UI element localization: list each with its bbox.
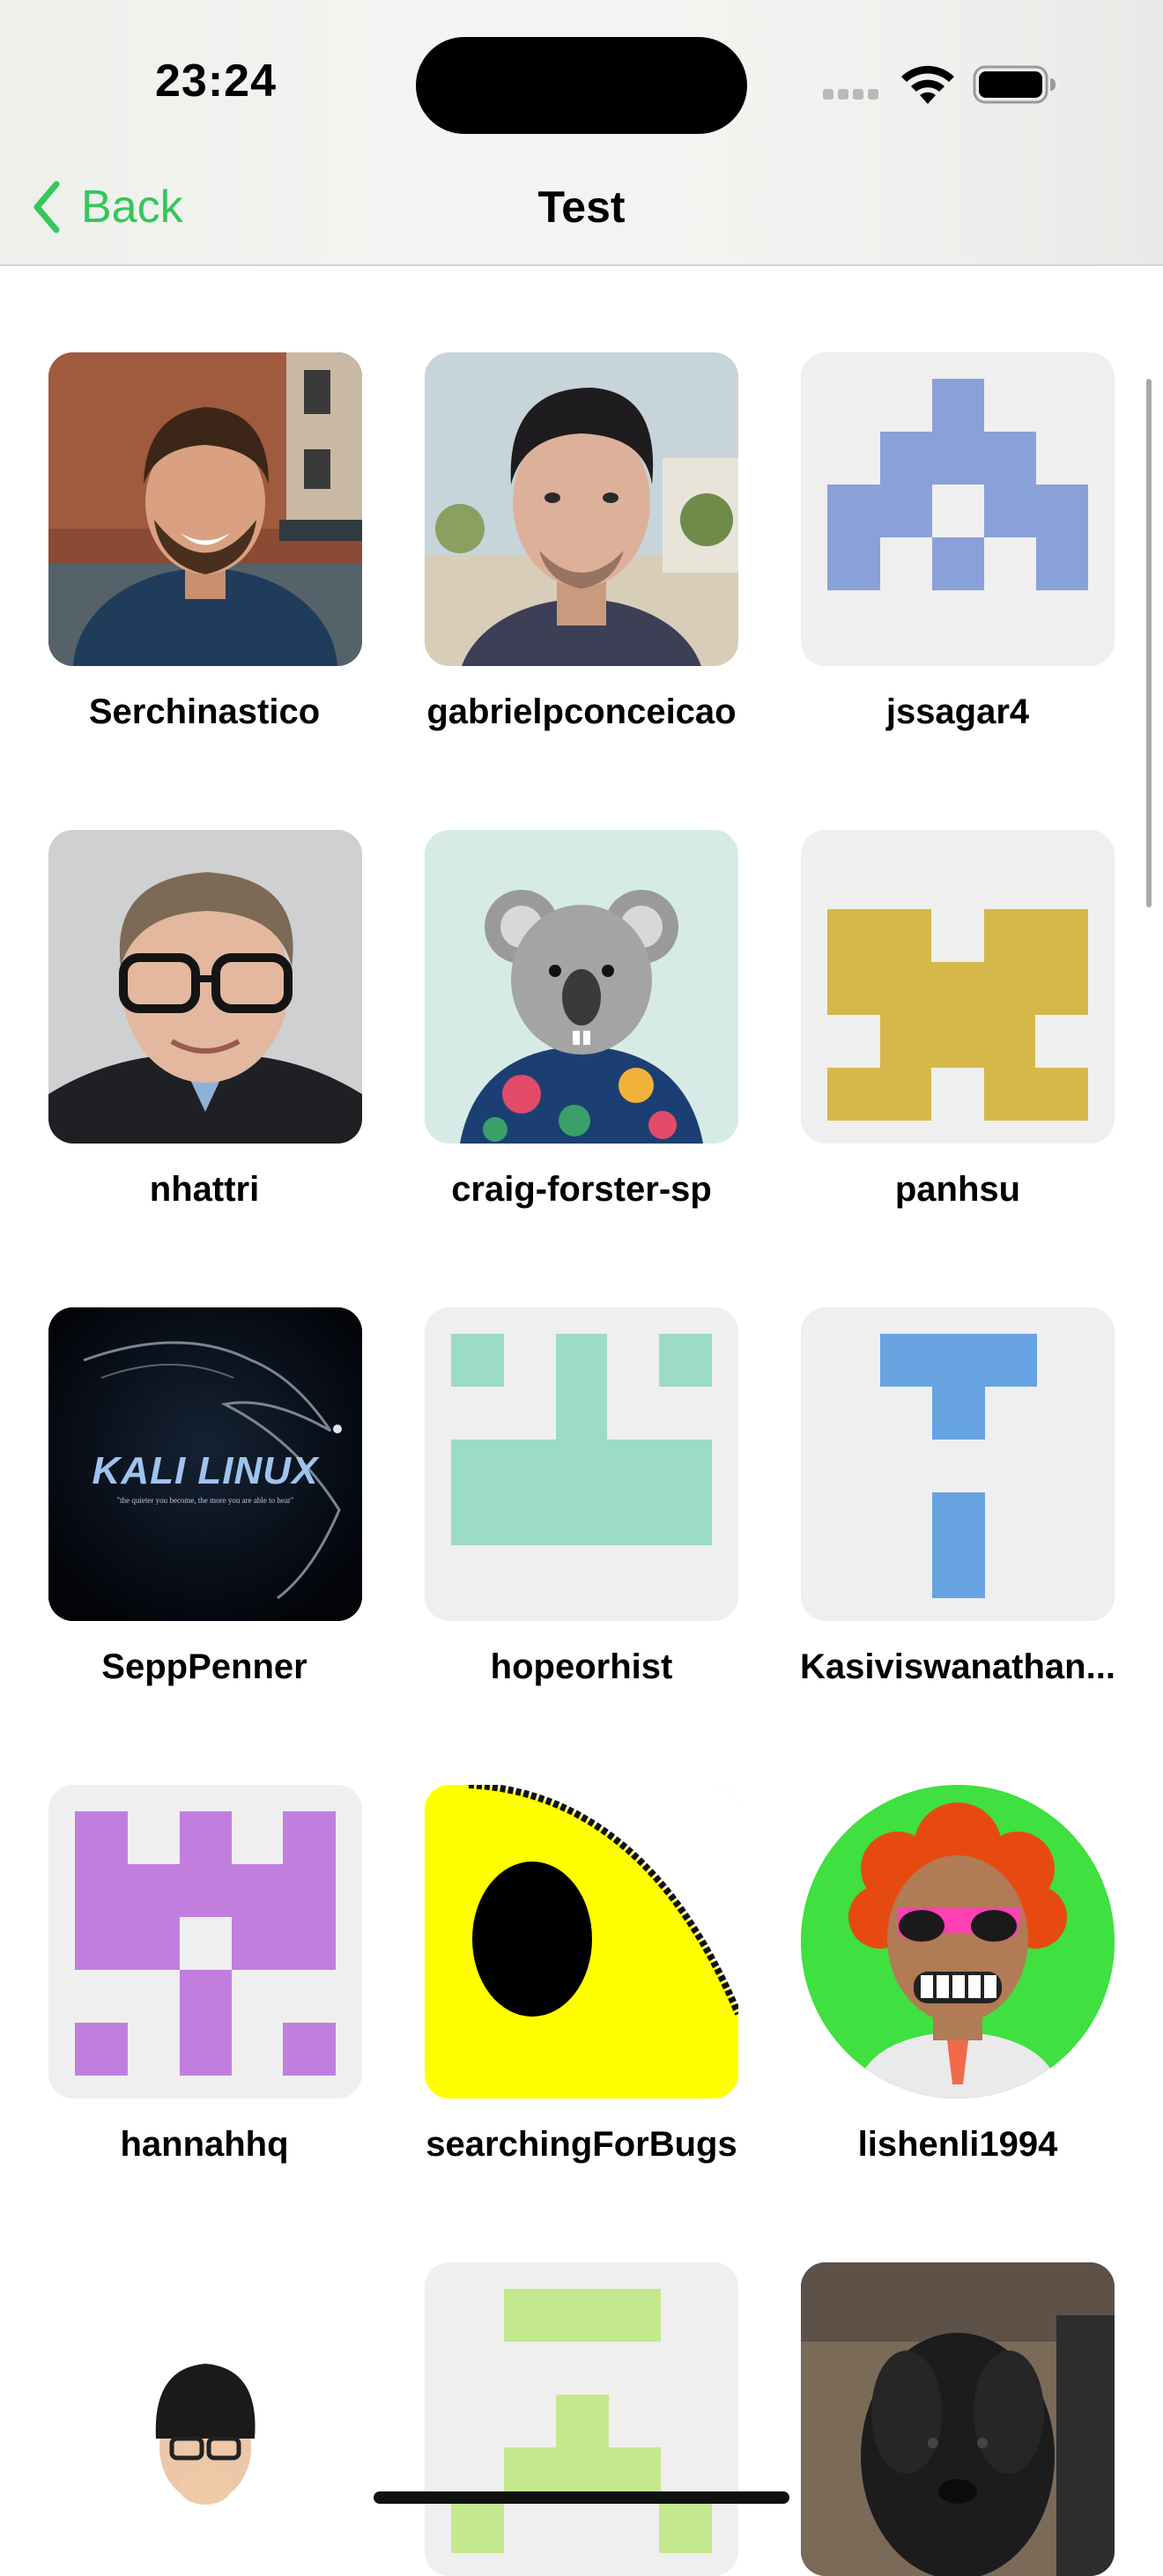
- kali-logo-text: KALI LINUX: [93, 1449, 321, 1492]
- dog-photo-icon: [801, 2262, 1115, 2576]
- identicon-icon: [48, 1785, 362, 2099]
- page-title: Test: [537, 182, 626, 232]
- username-label: nhattri: [149, 1170, 260, 1209]
- avatar-gabrielpconceicao[interactable]: [425, 352, 738, 666]
- avatar-person-hat[interactable]: [48, 2262, 362, 2576]
- username-label: Serchinastico: [88, 692, 321, 731]
- avatar-hannahhq[interactable]: [48, 1785, 362, 2099]
- username-label: searchingForBugs: [426, 2125, 737, 2164]
- wifi-icon: [901, 65, 954, 104]
- avatar-black-dog[interactable]: [801, 2262, 1115, 2576]
- avatar-hopeorhist[interactable]: [425, 1307, 738, 1621]
- avatar-craig-forster-sp[interactable]: [425, 830, 738, 1144]
- cartoon-avatar-icon: [801, 1785, 1115, 2099]
- kali-logo-tagline: "the quieter you become, the more you ar…: [116, 1496, 293, 1505]
- username-label: Kasiviswanathan...: [800, 1647, 1115, 1686]
- avatar-photo-icon: [48, 2262, 362, 2576]
- avatar-lishenli1994[interactable]: [801, 1785, 1115, 2099]
- navigation-bar: 23:24 Back Test: [0, 0, 1163, 266]
- avatar-nhattri[interactable]: [48, 830, 362, 1144]
- battery-icon: [973, 65, 1056, 104]
- yellow-eye-icon: [425, 1785, 738, 2099]
- avatar-identicon-green[interactable]: [425, 2262, 738, 2576]
- avatar-searchingforbugs[interactable]: [425, 1785, 738, 2099]
- avatar-photo-icon: [425, 352, 738, 666]
- username-label: panhsu: [894, 1170, 1021, 1209]
- scroll-indicator[interactable]: [1146, 379, 1152, 907]
- kali-linux-logo-icon: KALI LINUX "the quieter you become, the …: [48, 1307, 362, 1621]
- identicon-icon: [425, 1307, 738, 1621]
- dynamic-island: [416, 37, 747, 134]
- identicon-icon: [801, 830, 1115, 1144]
- cellular-signal-icon: [823, 88, 883, 104]
- koala-icon: [425, 830, 738, 1144]
- avatar-photo-icon: [48, 830, 362, 1144]
- username-label: hopeorhist: [490, 1647, 673, 1686]
- username-label: jssagar4: [885, 692, 1030, 731]
- status-time: 23:24: [155, 56, 277, 107]
- home-indicator[interactable]: [374, 2491, 789, 2504]
- avatar-jssagar4[interactable]: [801, 352, 1115, 666]
- username-label: hannahhq: [120, 2125, 289, 2164]
- avatar-sepppenner[interactable]: KALI LINUX "the quieter you become, the …: [48, 1307, 362, 1621]
- avatar-photo-icon: [48, 352, 362, 666]
- username-label: gabrielpconceicao: [426, 692, 737, 731]
- identicon-icon: [801, 1307, 1115, 1621]
- avatar-serchinastico[interactable]: [48, 352, 362, 666]
- avatar-panhsu[interactable]: [801, 830, 1115, 1144]
- identicon-icon: [425, 2262, 738, 2576]
- username-label: craig-forster-sp: [451, 1170, 712, 1209]
- username-label: lishenli1994: [857, 2125, 1058, 2164]
- avatar-kasiviswanathan[interactable]: [801, 1307, 1115, 1621]
- username-label: SeppPenner: [101, 1647, 307, 1686]
- identicon-icon: [801, 352, 1115, 666]
